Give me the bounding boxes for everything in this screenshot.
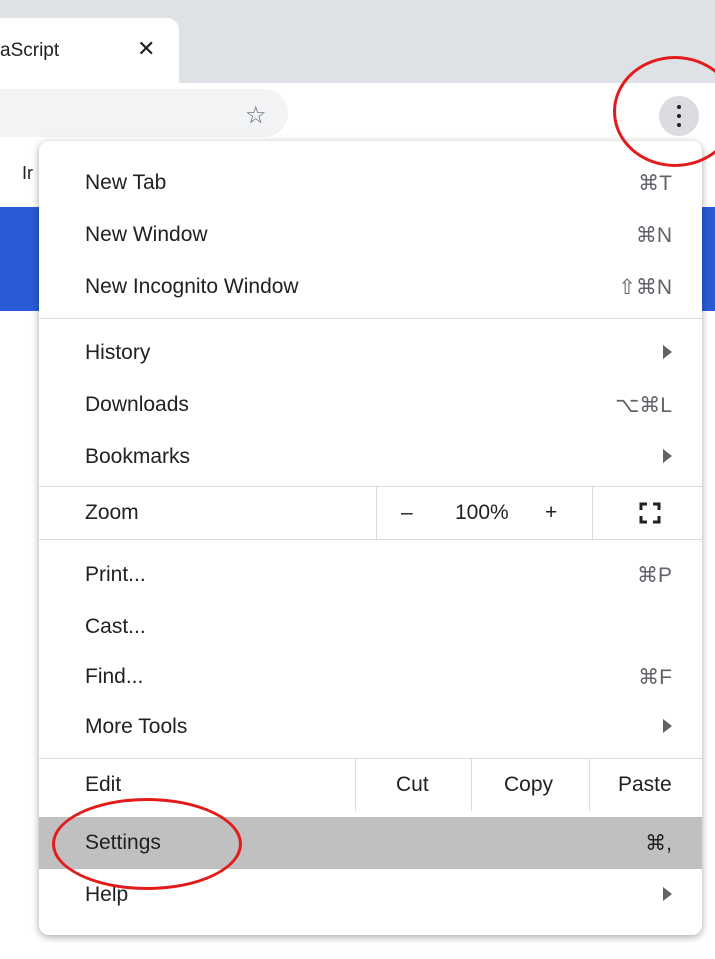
cut-label: Cut [396, 773, 429, 796]
menu-item-label: Zoom [85, 501, 139, 524]
menu-item-new-incognito-window[interactable]: New Incognito Window ⇧⌘N [39, 261, 702, 313]
menu-item-more-tools[interactable]: More Tools [39, 701, 702, 753]
shortcut-label: ⌘T [638, 172, 672, 195]
menu-item-label: Bookmarks [85, 445, 191, 468]
shortcut-label: ⌘F [638, 666, 672, 689]
menu-item-cast[interactable]: Cast... [39, 601, 702, 653]
annotation-circle-settings [52, 798, 242, 890]
star-icon[interactable]: ☆ [245, 104, 267, 128]
divider [39, 318, 702, 319]
zoom-controls: – 100% + [376, 487, 593, 539]
copy-button[interactable]: Copy [471, 759, 590, 811]
menu-item-label: Find... [85, 665, 144, 688]
zoom-out-button[interactable]: – [401, 501, 413, 525]
submenu-arrow-icon [663, 719, 672, 733]
menu-item-new-tab[interactable]: New Tab ⌘T [39, 157, 702, 209]
menu-row-zoom: Zoom – 100% + [39, 487, 702, 539]
menu-item-label: Cast... [85, 615, 146, 638]
menu-item-label: New Tab [85, 171, 167, 194]
menu-item-label: History [85, 341, 151, 364]
shortcut-label: ⌘N [635, 224, 672, 247]
shortcut-label: ⌥⌘L [615, 394, 672, 417]
toolbar [0, 83, 715, 140]
tab-active[interactable]: aScript ✕ [0, 18, 179, 83]
menu-item-label: New Window [85, 223, 208, 246]
zoom-in-button[interactable]: + [545, 501, 557, 525]
menu-item-label: Print... [85, 563, 146, 586]
menu-item-label: New Incognito Window [85, 275, 299, 298]
fullscreen-button[interactable] [592, 487, 702, 539]
divider [39, 539, 702, 540]
fullscreen-icon [639, 502, 661, 524]
submenu-arrow-icon [663, 887, 672, 901]
paste-button[interactable]: Paste [589, 759, 702, 811]
menu-item-label: Downloads [85, 393, 189, 416]
copy-label: Copy [504, 773, 554, 796]
menu-item-new-window[interactable]: New Window ⌘N [39, 209, 702, 261]
cut-button[interactable]: Cut [355, 759, 472, 811]
submenu-arrow-icon [663, 449, 672, 463]
menu-item-history[interactable]: History [39, 327, 702, 379]
close-icon[interactable]: ✕ [137, 38, 155, 60]
tab-title: aScript [0, 40, 60, 61]
menu-item-label: More Tools [85, 715, 188, 738]
menu-item-print[interactable]: Print... ⌘P [39, 549, 702, 601]
shortcut-label: ⌘P [636, 564, 672, 587]
shortcut-label: ⇧⌘N [618, 276, 672, 299]
shortcut-label: ⌘, [645, 832, 672, 855]
bookmark-item[interactable]: Ir [22, 163, 33, 184]
zoom-level: 100% [455, 501, 509, 524]
menu-item-find[interactable]: Find... ⌘F [39, 651, 702, 703]
menu-item-bookmarks[interactable]: Bookmarks [39, 431, 702, 483]
menu-item-downloads[interactable]: Downloads ⌥⌘L [39, 379, 702, 431]
paste-label: Paste [618, 773, 672, 796]
submenu-arrow-icon [663, 345, 672, 359]
menu-item-label: Edit [85, 773, 122, 796]
